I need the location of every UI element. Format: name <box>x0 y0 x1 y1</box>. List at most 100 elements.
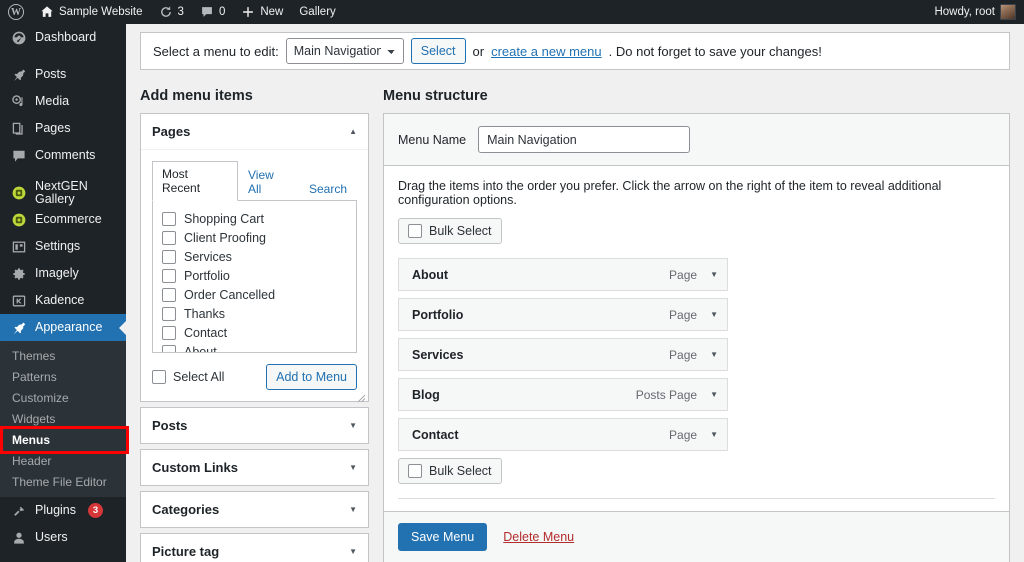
page-checkbox[interactable] <box>162 268 176 283</box>
list-item[interactable]: Portfolio <box>162 266 347 285</box>
table-row[interactable]: Contact Page ▼ <box>398 418 728 451</box>
page-checkbox[interactable] <box>162 249 176 264</box>
plugins-icon <box>10 502 27 519</box>
submenu-item-header[interactable]: Header <box>0 450 126 471</box>
appearance-submenu: Themes Patterns Customize Widgets Menus … <box>0 341 126 497</box>
sidebar-item-settings[interactable]: Settings <box>0 233 126 260</box>
submenu-item-themes[interactable]: Themes <box>0 345 126 366</box>
table-row[interactable]: About Page ▼ <box>398 258 728 291</box>
table-row[interactable]: Blog Posts Page ▼ <box>398 378 728 411</box>
chevron-up-icon[interactable]: ▲ <box>349 127 357 136</box>
menu-select-dropdown[interactable]: Main Navigation <box>285 38 404 64</box>
list-item[interactable]: Shopping Cart <box>162 209 347 228</box>
new-content-menu[interactable]: New <box>233 0 291 24</box>
submenu-item-customize[interactable]: Customize <box>0 387 126 408</box>
posts-panel-title: Posts <box>152 418 188 433</box>
sidebar-label: Kadence <box>35 293 85 308</box>
add-to-menu-button[interactable]: Add to Menu <box>266 364 357 390</box>
gallery-menu[interactable]: Gallery <box>291 0 343 24</box>
menu-name-input[interactable] <box>478 126 691 153</box>
table-row[interactable]: Portfolio Page ▼ <box>398 298 728 331</box>
menu-structure-footer: Save Menu Delete Menu <box>384 511 1009 562</box>
dashboard-icon <box>10 29 27 46</box>
tab-most-recent[interactable]: Most Recent <box>152 161 238 201</box>
tab-view-all[interactable]: View All <box>238 162 299 201</box>
submenu-item-widgets[interactable]: Widgets <box>0 408 126 429</box>
submenu-item-patterns[interactable]: Patterns <box>0 366 126 387</box>
chevron-down-icon[interactable]: ▼ <box>349 547 357 556</box>
categories-panel-header[interactable]: Categories ▼ <box>141 492 368 527</box>
resize-handle-icon[interactable] <box>357 390 366 403</box>
sidebar-item-nextgen-gallery[interactable]: NextGEN Gallery <box>0 179 126 206</box>
sidebar-item-ecommerce[interactable]: Ecommerce <box>0 206 126 233</box>
select-button[interactable]: Select <box>410 38 466 64</box>
save-menu-button[interactable]: Save Menu <box>398 523 488 551</box>
sidebar-item-pages[interactable]: Pages <box>0 115 126 142</box>
list-item[interactable]: Contact <box>162 323 347 342</box>
bulk-select-checkbox[interactable] <box>408 224 422 238</box>
select-all-label: Select All <box>173 370 225 384</box>
chevron-down-icon[interactable]: ▼ <box>710 270 718 279</box>
sidebar-item-plugins[interactable]: Plugins 3 <box>0 497 126 524</box>
sidebar-item-kadence[interactable]: Kadence <box>0 287 126 314</box>
sidebar-item-appearance[interactable]: Appearance <box>0 314 126 341</box>
page-checkbox[interactable] <box>162 211 176 226</box>
page-checkbox[interactable] <box>162 287 176 302</box>
page-checkbox[interactable] <box>162 344 176 352</box>
pages-panel-header[interactable]: Pages ▲ <box>141 114 368 150</box>
custom-links-panel-header[interactable]: Custom Links ▼ <box>141 450 368 485</box>
page-checkbox[interactable] <box>162 306 176 321</box>
submenu-item-menus[interactable]: Menus <box>0 429 126 450</box>
chevron-down-icon[interactable]: ▼ <box>710 310 718 319</box>
pages-icon <box>10 120 27 137</box>
comments-menu[interactable]: 0 <box>192 0 233 24</box>
add-menu-items-title: Add menu items <box>140 88 253 104</box>
sidebar-label: Settings <box>35 239 81 254</box>
site-name-menu[interactable]: Sample Website <box>32 0 151 24</box>
list-item[interactable]: Order Cancelled <box>162 285 347 304</box>
bulk-select-checkbox[interactable] <box>408 464 422 478</box>
bulk-select-top[interactable]: Bulk Select <box>398 218 502 244</box>
create-new-menu-link[interactable]: create a new menu <box>491 44 602 59</box>
sidebar-item-imagely[interactable]: Imagely <box>0 260 126 287</box>
menu-items-list: About Page ▼ Portfolio Page ▼ Services P… <box>398 258 995 451</box>
list-item[interactable]: About <box>162 342 347 353</box>
submenu-item-theme-file-editor[interactable]: Theme File Editor <box>0 471 126 492</box>
comment-icon <box>200 5 214 19</box>
menu-structure-box: Menu Name Drag the items into the order … <box>383 113 1010 562</box>
menu-item-type: Page <box>669 427 698 442</box>
delete-menu-link[interactable]: Delete Menu <box>503 530 574 544</box>
chevron-down-icon[interactable]: ▼ <box>710 350 718 359</box>
updates-menu[interactable]: 3 <box>151 0 192 24</box>
chevron-down-icon[interactable]: ▼ <box>710 390 718 399</box>
bulk-select-label: Bulk Select <box>429 224 492 238</box>
bulk-select-bottom[interactable]: Bulk Select <box>398 458 502 484</box>
menu-item-title: About <box>412 267 449 282</box>
chevron-down-icon[interactable]: ▼ <box>349 421 357 430</box>
pages-tabs: Most Recent View All Search <box>152 160 357 201</box>
list-item[interactable]: Thanks <box>162 304 347 323</box>
chevron-down-icon[interactable]: ▼ <box>349 505 357 514</box>
page-checkbox[interactable] <box>162 325 176 340</box>
list-item[interactable]: Client Proofing <box>162 228 347 247</box>
select-all-checkbox[interactable] <box>152 370 166 384</box>
select-all-control[interactable]: Select All <box>152 370 224 384</box>
sidebar-item-comments[interactable]: Comments <box>0 142 126 169</box>
sidebar-label: Appearance <box>35 320 103 335</box>
list-item[interactable]: Services <box>162 247 347 266</box>
page-label: Portfolio <box>184 268 230 283</box>
page-checkbox[interactable] <box>162 230 176 245</box>
sidebar-item-users[interactable]: Users <box>0 524 126 551</box>
my-account-menu[interactable]: Howdy, root <box>926 0 1024 24</box>
chevron-down-icon[interactable]: ▼ <box>710 430 718 439</box>
sidebar-item-posts[interactable]: Posts <box>0 61 126 88</box>
picture-tag-panel-header[interactable]: Picture tag ▼ <box>141 534 368 562</box>
chevron-down-icon[interactable]: ▼ <box>349 463 357 472</box>
sidebar-item-media[interactable]: Media <box>0 88 126 115</box>
tab-search[interactable]: Search <box>299 176 357 201</box>
page-label: About <box>184 344 217 353</box>
sidebar-item-dashboard[interactable]: Dashboard <box>0 24 126 51</box>
wp-logo-menu[interactable]: W <box>0 0 32 24</box>
posts-panel-header[interactable]: Posts ▼ <box>141 408 368 443</box>
table-row[interactable]: Services Page ▼ <box>398 338 728 371</box>
